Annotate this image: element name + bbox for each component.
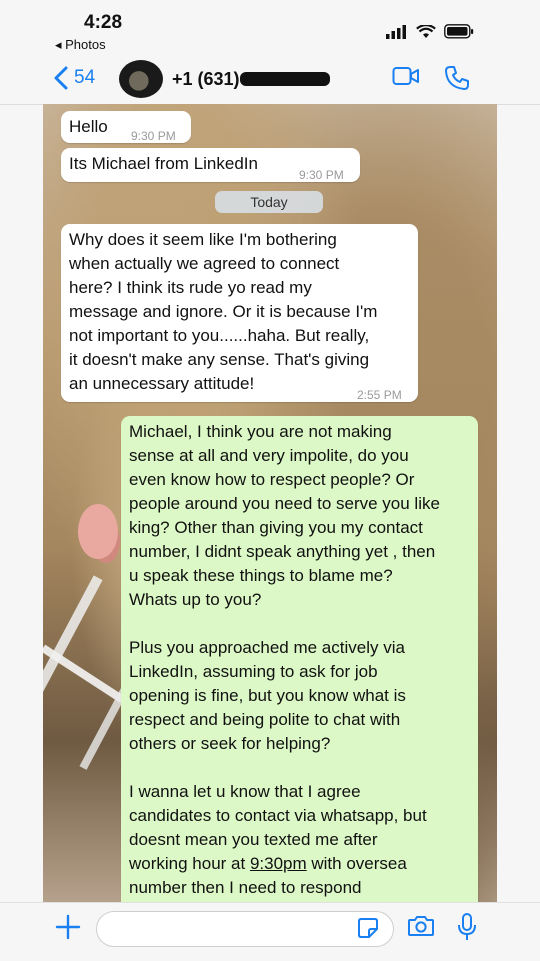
message-bubble-incoming[interactable]: Hello 9:30 PM [61, 111, 191, 143]
wifi-icon [416, 24, 436, 38]
message-time: 2:55 PM [357, 388, 402, 402]
avatar[interactable] [119, 60, 163, 98]
status-bar: 4:28 ◂ Photos [0, 0, 540, 56]
unread-count: 54 [74, 67, 96, 88]
contact-name[interactable]: +1 (631) [172, 69, 240, 90]
message-text: Michael, I think you are not making sens… [129, 420, 477, 900]
attach-plus-icon[interactable] [55, 911, 81, 948]
message-text: Why does it seem like I'm bothering when… [69, 230, 378, 393]
signal-icon [386, 24, 406, 39]
clock: 4:28 [84, 12, 123, 33]
microphone-icon[interactable] [457, 912, 477, 947]
message-time: 9:30 PM [299, 168, 344, 182]
redaction-mark [240, 72, 330, 86]
date-divider: Today [215, 191, 323, 213]
message-bubble-incoming[interactable]: Why does it seem like I'm bothering when… [61, 224, 418, 402]
message-text-part: Michael, I think you are not making sens… [129, 422, 440, 873]
sticker-icon[interactable] [357, 917, 379, 944]
chat-header: 54 +1 (631) [0, 56, 540, 105]
message-text: Hello [69, 117, 108, 136]
voice-call-icon[interactable] [444, 65, 470, 96]
system-icons [386, 24, 474, 39]
message-bubble-incoming[interactable]: Its Michael from LinkedIn 9:30 PM [61, 148, 360, 182]
chevron-left-icon [54, 66, 68, 90]
message-bubble-outgoing[interactable]: Michael, I think you are not making sens… [121, 416, 478, 906]
back-button[interactable]: 54 [54, 66, 95, 90]
message-composer [0, 902, 540, 961]
message-input[interactable] [96, 911, 394, 947]
battery-icon [444, 24, 474, 39]
camera-icon[interactable] [407, 914, 435, 943]
message-text: Its Michael from LinkedIn [69, 154, 258, 173]
message-time: 9:30 PM [131, 129, 176, 143]
back-to-photos-link[interactable]: ◂ Photos [55, 37, 106, 53]
wallpaper-hamster-paw [78, 504, 118, 559]
video-call-icon[interactable] [392, 66, 420, 91]
time-link[interactable]: 9:30pm [250, 854, 307, 873]
